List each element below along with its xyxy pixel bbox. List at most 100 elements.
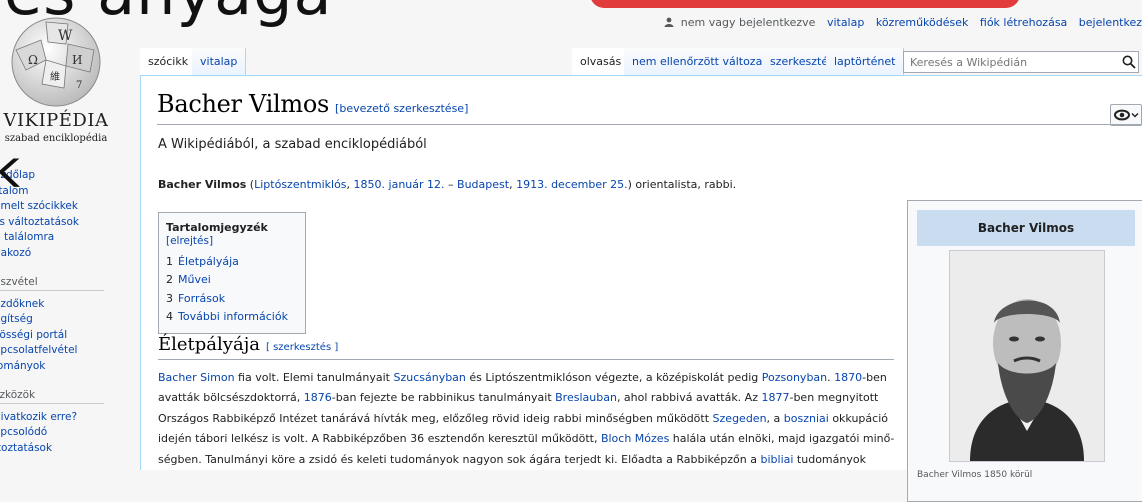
- page-tabs: szócikk vitalap olvasás nem ellenőrzött …: [140, 48, 1142, 75]
- para-text: avatták bölcsészdoktorrá,: [158, 391, 304, 405]
- toc-toggle[interactable]: [elrejtés]: [166, 235, 213, 247]
- toc-item[interactable]: 3 Források: [166, 290, 298, 308]
- table-of-contents: Tartalomjegyzék [elrejtés] 1 Életpályája …: [158, 212, 306, 334]
- para-text: , ahol rabbivá avatták. Az: [616, 391, 762, 405]
- tab-article[interactable]: szócikk: [140, 48, 198, 75]
- sidebar-participation-heading: észvétel: [0, 276, 104, 291]
- sidebar-item-related-changes[interactable]: apcsolódó: [0, 426, 47, 438]
- toc-item[interactable]: 1 Életpályája: [166, 253, 298, 271]
- para-text: Országos Rabbiképző Intézet tanárává hív…: [158, 411, 713, 425]
- login-link[interactable]: bejelentkez: [1079, 16, 1142, 29]
- para-text: és Liptószentmiklóson végezte, a középis…: [465, 371, 762, 384]
- section-heading: Életpályája: [158, 334, 261, 355]
- sidebar-item-contact[interactable]: apcsolatfelvétel: [0, 344, 77, 356]
- sidebar-item-beginners[interactable]: ezdőknek: [0, 298, 44, 310]
- sidebar-participation: ezdőknek egítség zösségi portál apcsolat…: [0, 297, 140, 375]
- content-area: Bacher Vilmos [bevezető szerkesztése] A W…: [140, 75, 1142, 502]
- sidebar-tools-heading: szközök: [0, 389, 104, 404]
- sidebar-item-community-portal[interactable]: zösségi portál: [0, 329, 67, 341]
- para-text: ségben. Tanulmányi köre a zsidó és kelet…: [158, 452, 761, 466]
- tab-pending-changes[interactable]: nem ellenőrzött változat: [624, 48, 776, 75]
- portrait-photo: [950, 251, 1104, 461]
- lead-text: –: [444, 178, 458, 191]
- link-1870[interactable]: 1870: [834, 371, 862, 384]
- watch-toggle[interactable]: [1110, 104, 1142, 126]
- link-szeged[interactable]: Szegeden: [713, 412, 767, 425]
- toc-number: 4: [166, 310, 173, 324]
- link-bosnia[interactable]: boszniai: [784, 412, 829, 425]
- lead-text: ) orientalista, rabbi.: [627, 178, 737, 191]
- link-death-place[interactable]: Budapest: [457, 178, 509, 191]
- sidebar-item-what-links-here[interactable]: hivatkozik erre?: [0, 411, 77, 423]
- lead-name: Bacher Vilmos: [158, 178, 247, 191]
- lead-paragraph: Bacher Vilmos (Liptószentmiklós, 1850. j…: [158, 178, 736, 191]
- section-divider: [158, 359, 894, 360]
- para-text: -ben: [862, 371, 887, 384]
- sidebar-item-help[interactable]: egítség: [0, 313, 33, 325]
- sidebar-item-donate[interactable]: dakozó: [0, 247, 31, 259]
- para-text: okkupáció: [828, 411, 888, 425]
- search-input[interactable]: [904, 52, 1116, 72]
- svg-text:7: 7: [76, 80, 82, 91]
- link-biblia[interactable]: bibliai: [761, 453, 794, 466]
- infobox-title: Bacher Vilmos: [917, 210, 1135, 246]
- toc-number: 3: [166, 291, 173, 305]
- section-edit-link[interactable]: [ szerkesztés ]: [266, 342, 338, 353]
- sidebar-item-files[interactable]: lományok: [0, 360, 45, 372]
- svg-text:Ω: Ω: [28, 53, 38, 67]
- link-birthplace[interactable]: Liptószentmiklós: [254, 178, 346, 191]
- toc-link-works[interactable]: Művei: [178, 273, 211, 286]
- not-logged-in-text: nem vagy bejelentkezve: [680, 16, 816, 29]
- user-icon: [664, 17, 674, 27]
- sidebar-item-related-changes-cont[interactable]: ltoztatások: [0, 442, 52, 454]
- link-bloch-mozes[interactable]: Bloch Mózes: [601, 432, 669, 445]
- toc-title-row: Tartalomjegyzék [elrejtés]: [166, 221, 298, 247]
- tab-history[interactable]: laptörténet: [826, 48, 905, 75]
- para-text: fia volt. Elemi tanulmányait: [234, 371, 394, 384]
- personal-tools: nem vagy bejelentkezve vitalap közreműkö…: [664, 16, 1142, 29]
- portrait-image[interactable]: [949, 250, 1105, 462]
- link-1877[interactable]: 1877: [761, 391, 789, 404]
- toc-title: Tartalomjegyzék: [166, 221, 268, 234]
- link-breslau[interactable]: Breslauban: [555, 391, 617, 404]
- toc-list: 1 Életpályája 2 Művei 3 Források 4 További i…: [166, 253, 298, 327]
- para-text: halála után elnöki, majd igazgatói minő-: [669, 432, 895, 446]
- link-szucsany[interactable]: Szucsányban: [393, 371, 465, 384]
- link-1876[interactable]: 1876: [304, 391, 332, 404]
- search-icon[interactable]: [1122, 55, 1136, 69]
- link-birth-date[interactable]: 1850. január 12.: [354, 178, 445, 191]
- section-edit-label[interactable]: [ szerkesztés ]: [266, 342, 338, 353]
- link-death-date[interactable]: 1913. december 25.: [516, 178, 628, 191]
- link-bacher-simon[interactable]: Bacher Simon: [158, 371, 235, 384]
- edit-lead-link[interactable]: [bevezető szerkesztése]: [335, 102, 468, 115]
- sidebar-item-recent-changes[interactable]: ss változtatások: [0, 216, 79, 228]
- svg-text:И: И: [72, 53, 82, 67]
- svg-text:維: 維: [50, 70, 60, 83]
- para-line: avatták bölcsészdoktorrá, 1876-ban fejez…: [158, 388, 898, 408]
- toc-item[interactable]: 4 További információk: [166, 308, 298, 326]
- page-title: Bacher Vilmos: [157, 90, 330, 118]
- logo-wordmark: VIKIPÉDIA: [3, 110, 109, 131]
- tab-read[interactable]: olvasás: [572, 48, 631, 75]
- sidebar-nav: ezdőlap rtalom emelt szócikkek ss változ…: [0, 168, 140, 262]
- search-box: [903, 51, 1139, 73]
- toc-link-further-info[interactable]: További információk: [178, 310, 288, 323]
- toc-item[interactable]: 2 Művei: [166, 271, 298, 289]
- sidebar-item-featured[interactable]: emelt szócikkek: [0, 200, 78, 212]
- sidebar: ezdőlap rtalom emelt szócikkek ss változ…: [0, 168, 140, 456]
- personal-talk-link[interactable]: vitalap: [827, 16, 864, 29]
- link-pozsony[interactable]: Pozsonyban: [762, 371, 827, 384]
- para-text: tudományok: [793, 452, 866, 466]
- toc-link-sources[interactable]: Források: [178, 292, 225, 305]
- svg-text:W: W: [58, 28, 73, 44]
- toc-link-career[interactable]: Életpályája: [178, 255, 239, 268]
- tab-talk[interactable]: vitalap: [192, 48, 247, 75]
- sidebar-item-random[interactable]: p találomra: [0, 231, 54, 243]
- create-account-link[interactable]: fiók létrehozása: [980, 16, 1067, 29]
- personal-contributions-link[interactable]: közreműködések: [876, 16, 969, 29]
- para-text: , a: [766, 411, 784, 425]
- infobox-caption: Bacher Vilmos 1850 körül: [917, 470, 1033, 480]
- logo-tagline: szabad enciklopédia: [4, 133, 108, 144]
- site-subtitle: A Wikipédiából, a szabad enciklopédiából: [158, 137, 427, 152]
- section-heading-container: Életpályája [ szerkesztés ]: [158, 334, 338, 355]
